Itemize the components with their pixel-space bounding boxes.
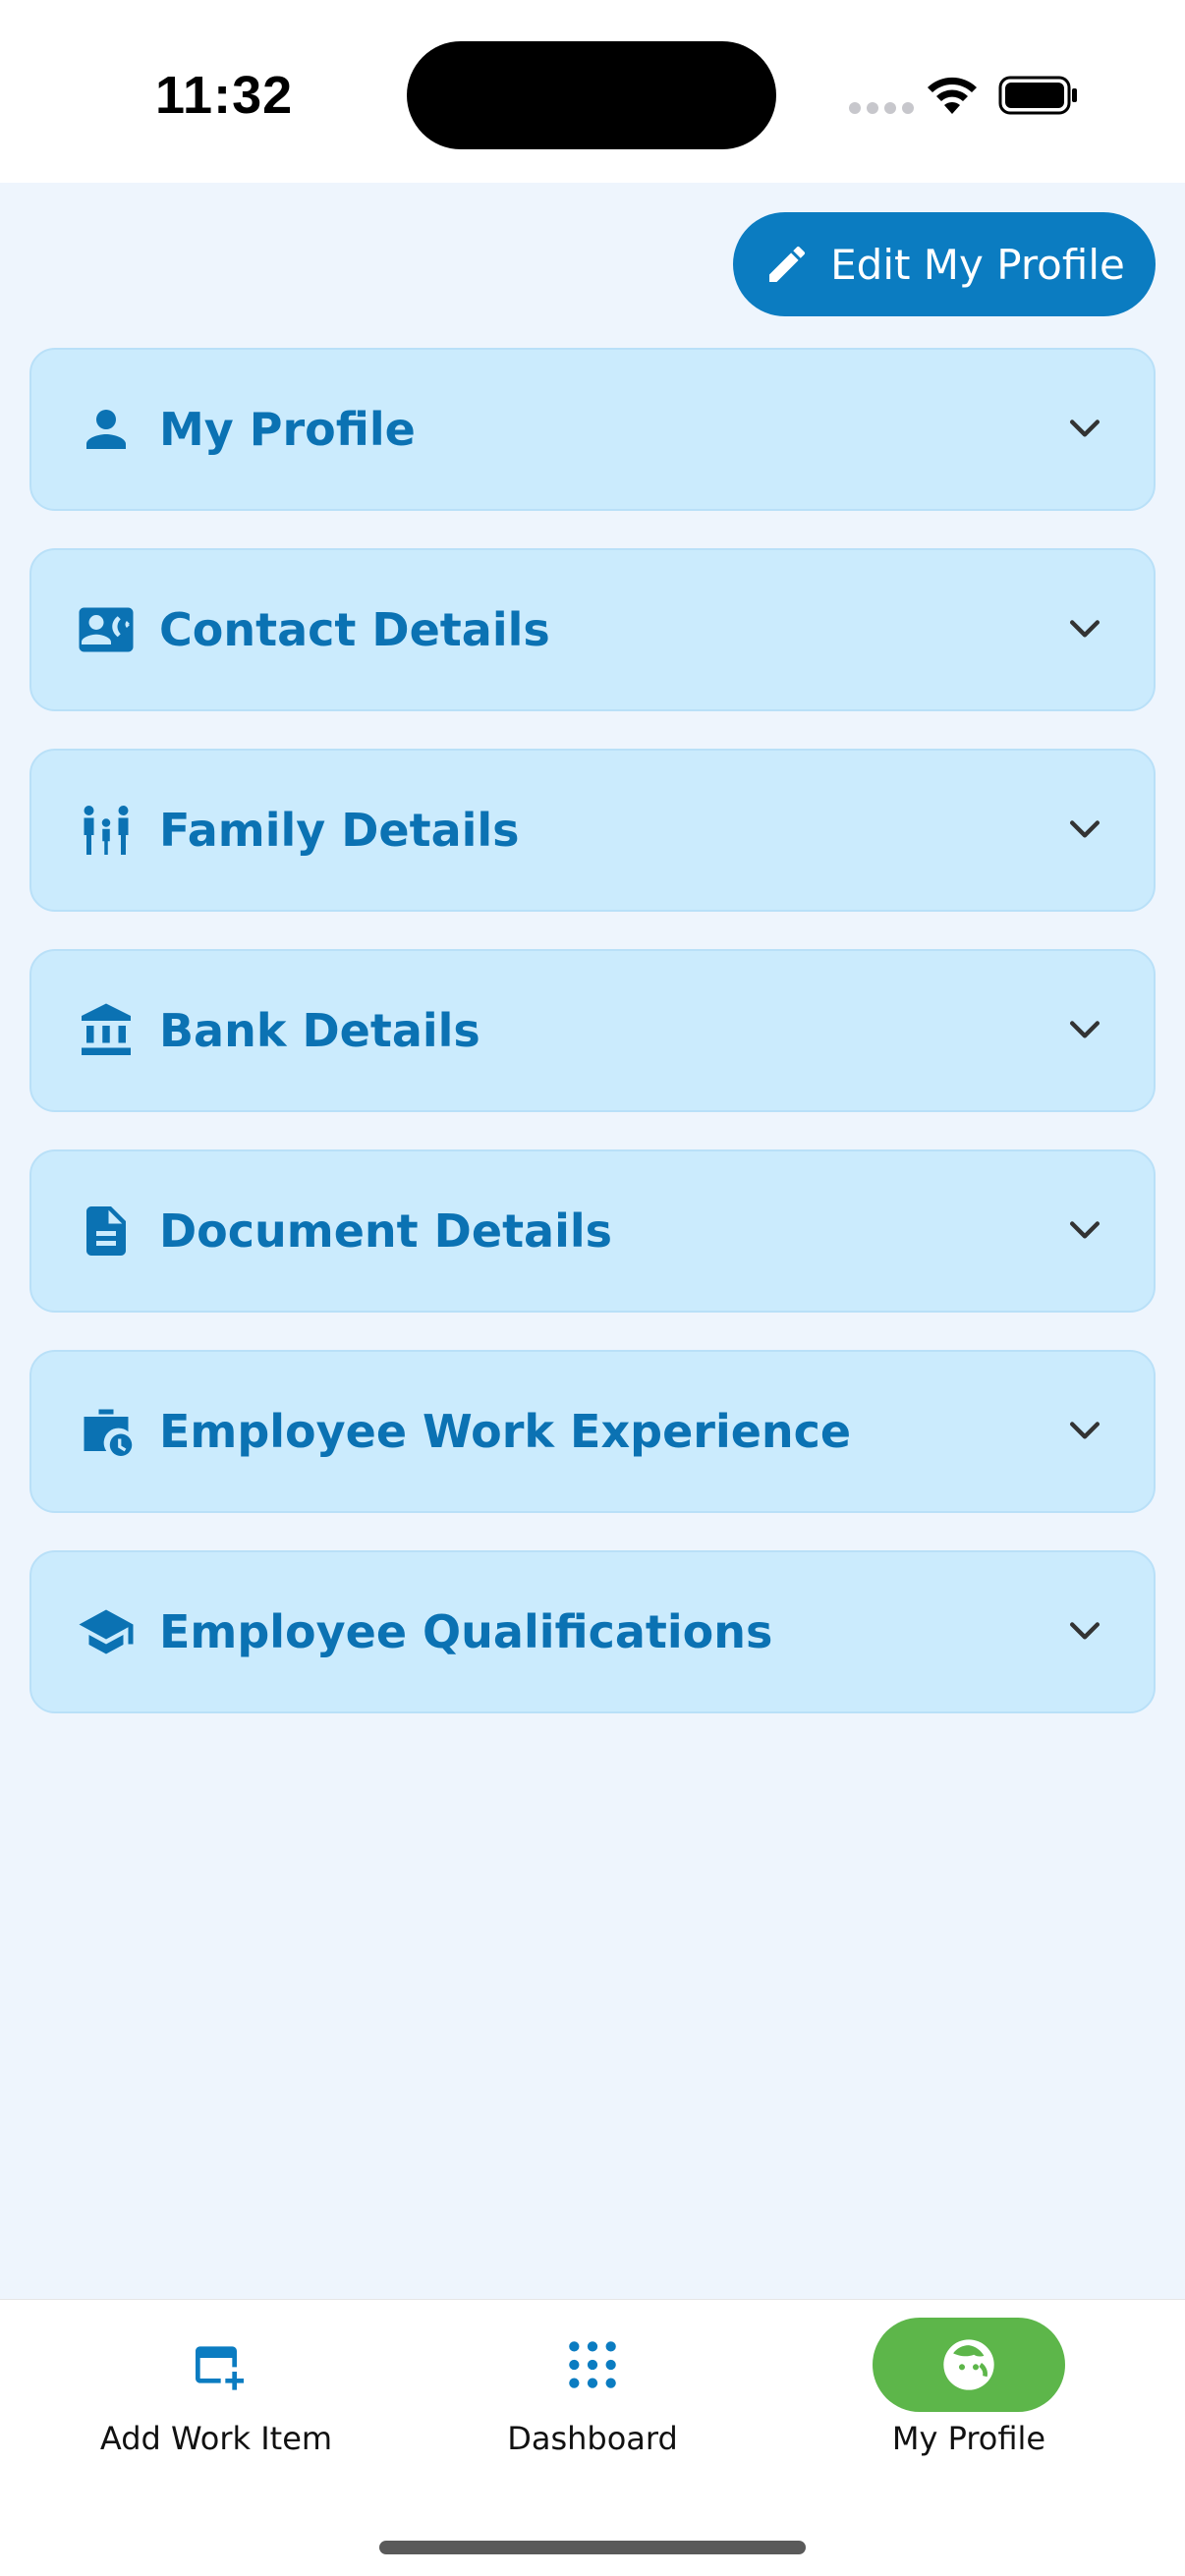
home-indicator[interactable]: [379, 2541, 806, 2554]
chevron-down-icon: [1063, 807, 1106, 855]
nav-my-profile[interactable]: My Profile: [841, 2318, 1097, 2465]
chevron-down-icon: [1063, 1207, 1106, 1256]
edit-my-profile-label: Edit My Profile: [830, 240, 1125, 289]
battery-icon: [998, 76, 1077, 115]
person-icon: [75, 398, 138, 461]
calendar-add-icon: [196, 2346, 244, 2390]
bottom-navigation: Add Work Item Dashboard My Profile: [0, 2299, 1185, 2576]
section-document-details[interactable]: Document Details: [29, 1149, 1156, 1313]
pencil-icon: [769, 246, 806, 282]
section-label: Bank Details: [159, 1004, 480, 1057]
profile-sections-list: My Profile Contact Details Family Detail…: [29, 348, 1156, 1751]
profile-content: Edit My Profile My Profile Contact Detai…: [0, 183, 1185, 2299]
contact-card-icon: [75, 598, 138, 661]
chevron-down-icon: [1063, 406, 1106, 454]
nav-label: Dashboard: [507, 2420, 678, 2457]
section-my-profile[interactable]: My Profile: [29, 348, 1156, 511]
section-label: Contact Details: [159, 603, 550, 656]
nav-label: My Profile: [891, 2420, 1046, 2457]
chevron-down-icon: [1063, 1007, 1106, 1055]
graduation-cap-icon: [75, 1600, 138, 1663]
status-time: 11:32: [155, 66, 294, 125]
section-contact-details[interactable]: Contact Details: [29, 548, 1156, 711]
dynamic-island: [407, 41, 776, 149]
document-icon: [75, 1200, 138, 1262]
section-label: Employee Qualifications: [159, 1605, 773, 1658]
section-label: My Profile: [159, 403, 416, 456]
wifi-icon: [928, 77, 977, 114]
face-icon: [943, 2339, 994, 2390]
section-family-details[interactable]: Family Details: [29, 749, 1156, 912]
nav-label: Add Work Item: [99, 2420, 333, 2457]
section-label: Employee Work Experience: [159, 1405, 852, 1458]
section-label: Document Details: [159, 1204, 613, 1258]
work-history-icon: [75, 1400, 138, 1463]
apps-grid-icon: [569, 2341, 616, 2388]
family-icon: [75, 799, 138, 862]
section-employee-work-experience[interactable]: Employee Work Experience: [29, 1350, 1156, 1513]
status-bar: 11:32: [0, 0, 1185, 183]
section-employee-qualifications[interactable]: Employee Qualifications: [29, 1550, 1156, 1713]
bank-icon: [75, 999, 138, 1062]
chevron-down-icon: [1063, 606, 1106, 654]
edit-my-profile-button[interactable]: Edit My Profile: [733, 212, 1156, 316]
section-bank-details[interactable]: Bank Details: [29, 949, 1156, 1112]
nav-add-work-item[interactable]: Add Work Item: [88, 2318, 344, 2465]
nav-dashboard[interactable]: Dashboard: [465, 2318, 720, 2465]
section-label: Family Details: [159, 804, 520, 857]
cellular-signal-icon: [849, 102, 914, 114]
chevron-down-icon: [1063, 1608, 1106, 1656]
chevron-down-icon: [1063, 1408, 1106, 1456]
